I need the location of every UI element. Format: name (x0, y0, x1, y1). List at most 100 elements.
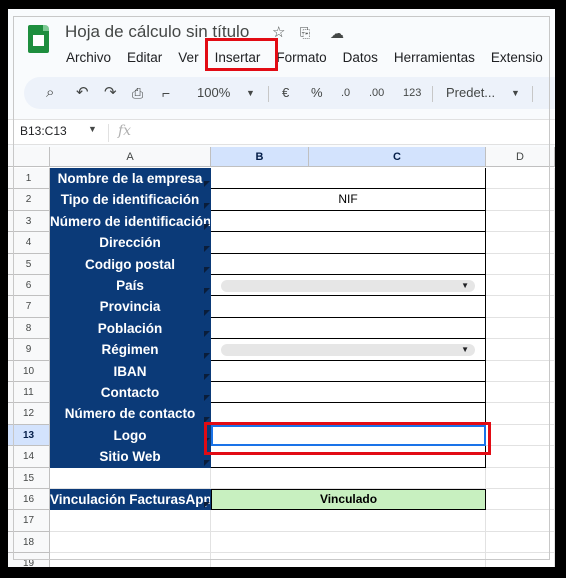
empty-cell[interactable] (486, 531, 555, 554)
field-value-cell[interactable]: ▼ (211, 339, 486, 361)
field-value-cell[interactable] (211, 210, 486, 233)
decrease-decimal-button[interactable]: .0 (341, 77, 350, 109)
empty-cell[interactable] (50, 531, 211, 554)
empty-cell[interactable] (211, 553, 486, 567)
field-label-cell[interactable]: Nombre de la empresa (50, 168, 211, 190)
empty-cell[interactable] (486, 232, 555, 254)
currency-format-button[interactable]: € (282, 77, 289, 109)
chevron-down-icon[interactable]: ▼ (511, 77, 520, 109)
column-header-d[interactable]: D (486, 147, 555, 167)
row-header[interactable]: 7 (8, 296, 50, 318)
empty-cell[interactable] (486, 446, 555, 468)
field-label-cell[interactable]: Logo (50, 424, 211, 447)
field-value-cell[interactable]: ▼ (211, 275, 486, 297)
chevron-down-icon[interactable]: ▼ (461, 281, 469, 291)
field-value-cell[interactable]: NIF (211, 189, 486, 211)
empty-cell[interactable] (486, 210, 555, 233)
vinculacion-status-cell[interactable]: Vinculado (211, 489, 486, 511)
empty-cell[interactable] (211, 510, 486, 532)
zoom-select[interactable]: 100% (197, 77, 230, 109)
menu-ver[interactable]: Ver (170, 47, 206, 69)
field-label-cell[interactable]: Tipo de identificación (50, 189, 211, 211)
menu-herramientas[interactable]: Herramientas (386, 47, 483, 69)
chevron-down-icon[interactable]: ▼ (88, 124, 97, 134)
chevron-down-icon[interactable]: ▼ (461, 345, 469, 355)
cloud-status-icon[interactable]: ☁ (330, 24, 344, 42)
chevron-down-icon[interactable]: ▼ (246, 77, 255, 109)
field-value-cell[interactable] (211, 168, 486, 190)
field-label-cell[interactable]: Sitio Web (50, 446, 211, 468)
row-header[interactable]: 15 (8, 467, 50, 489)
row-header[interactable]: 5 (8, 253, 50, 275)
percent-format-button[interactable]: % (311, 77, 323, 109)
dropdown-chip[interactable]: ▼ (221, 280, 475, 292)
field-value-cell[interactable] (211, 317, 486, 340)
menu-extensiones[interactable]: Extensio (483, 47, 551, 69)
empty-cell[interactable] (211, 467, 486, 489)
row-header[interactable]: 17 (8, 510, 50, 532)
field-label-cell[interactable]: Provincia (50, 296, 211, 318)
field-value-cell[interactable] (211, 382, 486, 404)
field-label-cell[interactable]: Codigo postal (50, 253, 211, 275)
paint-format-icon[interactable]: ⌐ (162, 77, 170, 109)
field-label-cell[interactable]: Contacto (50, 382, 211, 404)
row-header[interactable]: 2 (8, 189, 50, 211)
select-all-corner[interactable] (8, 147, 50, 167)
menu-editar[interactable]: Editar (119, 47, 170, 69)
field-value-cell[interactable] (211, 253, 486, 275)
print-icon[interactable]: ⎙ (132, 77, 143, 109)
vinculacion-label-cell[interactable]: Vinculación FacturasApp (50, 489, 211, 511)
field-label-cell[interactable]: Dirección (50, 232, 211, 254)
name-box[interactable]: B13:C13 (20, 124, 67, 138)
field-value-cell[interactable] (211, 296, 486, 318)
column-header-c[interactable]: C (309, 147, 486, 167)
empty-cell[interactable] (486, 424, 555, 447)
row-header[interactable]: 8 (8, 317, 50, 340)
empty-cell[interactable] (50, 553, 211, 567)
menu-datos[interactable]: Datos (335, 47, 386, 69)
empty-cell[interactable] (486, 489, 555, 511)
row-header[interactable]: 14 (8, 446, 50, 468)
row-header[interactable]: 12 (8, 403, 50, 425)
empty-cell[interactable] (486, 510, 555, 532)
field-label-cell[interactable]: Régimen (50, 339, 211, 361)
sheets-logo-icon[interactable] (28, 25, 49, 53)
row-header[interactable]: 6 (8, 275, 50, 297)
empty-cell[interactable] (486, 339, 555, 361)
empty-cell[interactable] (50, 510, 211, 532)
empty-cell[interactable] (486, 275, 555, 297)
menu-formato[interactable]: Formato (268, 47, 334, 69)
number-format-button[interactable]: 123 (403, 77, 421, 109)
row-header[interactable]: 13 (8, 424, 50, 447)
empty-cell[interactable] (486, 168, 555, 190)
redo-icon[interactable]: ↷ (104, 77, 117, 109)
row-header[interactable]: 11 (8, 382, 50, 404)
empty-cell[interactable] (486, 403, 555, 425)
empty-cell[interactable] (486, 189, 555, 211)
row-header[interactable]: 4 (8, 232, 50, 254)
field-label-cell[interactable]: Número de contacto (50, 403, 211, 425)
field-label-cell[interactable]: País (50, 275, 211, 297)
row-header[interactable]: 9 (8, 339, 50, 361)
row-header[interactable]: 19 (8, 553, 50, 567)
empty-cell[interactable] (486, 553, 555, 567)
empty-cell[interactable] (486, 317, 555, 340)
field-label-cell[interactable]: Población (50, 317, 211, 340)
empty-cell[interactable] (486, 253, 555, 275)
search-icon[interactable]: ⌕ (46, 77, 54, 109)
empty-cell[interactable] (50, 467, 211, 489)
row-header[interactable]: 1 (8, 168, 50, 190)
move-to-folder-icon[interactable]: ⎘ (300, 24, 310, 42)
field-value-cell[interactable] (211, 232, 486, 254)
row-header[interactable]: 18 (8, 531, 50, 554)
row-header[interactable]: 3 (8, 210, 50, 233)
empty-cell[interactable] (486, 467, 555, 489)
font-select[interactable]: Predet... (446, 77, 495, 109)
empty-cell[interactable] (486, 360, 555, 382)
dropdown-chip[interactable]: ▼ (221, 344, 475, 357)
field-label-cell[interactable]: IBAN (50, 360, 211, 382)
row-header[interactable]: 16 (8, 489, 50, 511)
column-header-b[interactable]: B (211, 147, 309, 167)
menu-archivo[interactable]: Archivo (58, 47, 119, 69)
row-header[interactable]: 10 (8, 360, 50, 382)
